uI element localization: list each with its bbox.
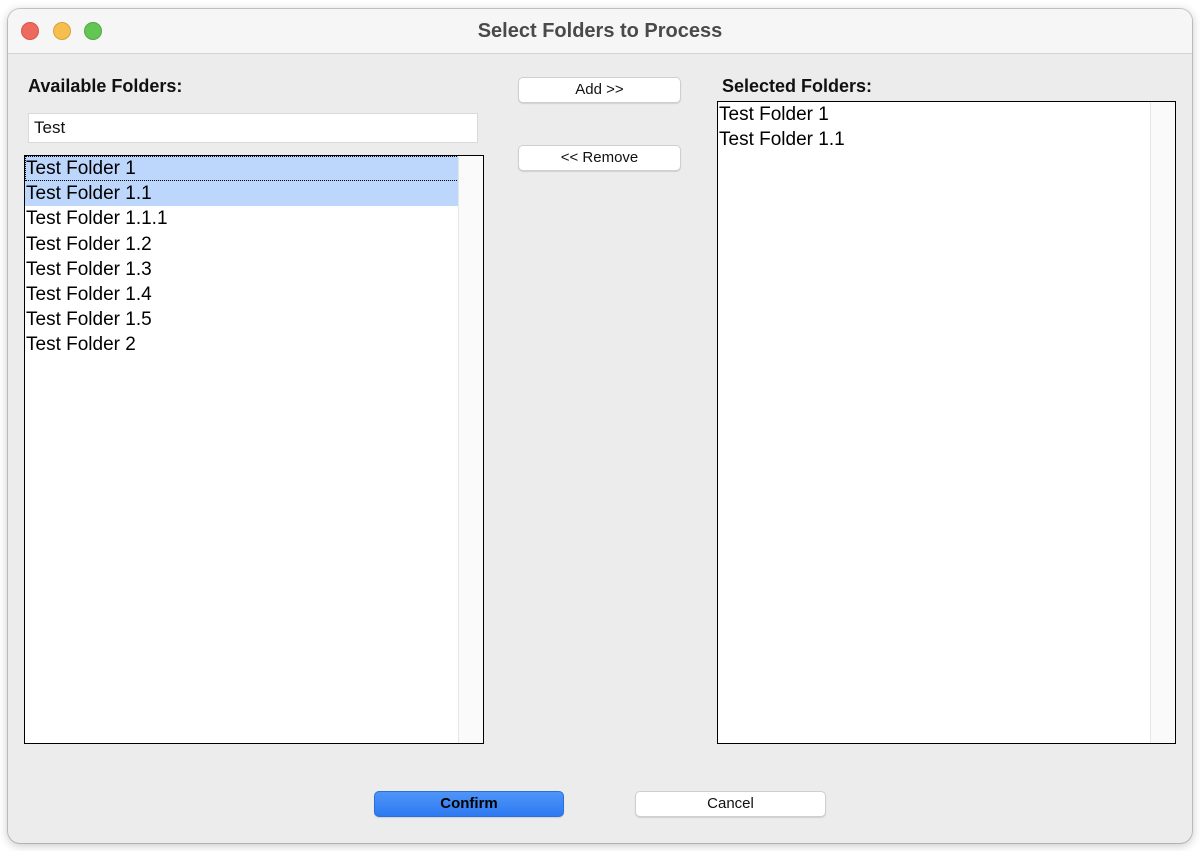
folder-search-input[interactable] [28, 113, 478, 143]
list-item[interactable]: Test Folder 1 [718, 102, 1175, 127]
list-item[interactable]: Test Folder 2 [25, 332, 483, 357]
confirm-button[interactable]: Confirm [374, 791, 564, 817]
available-folders-list[interactable]: Test Folder 1 Test Folder 1.1 Test Folder … [24, 155, 484, 744]
list-item[interactable]: Test Folder 1.5 [25, 307, 483, 332]
add-button[interactable]: Add >> [518, 77, 681, 103]
list-item[interactable]: Test Folder 1.1.1 [25, 206, 483, 231]
remove-button[interactable]: << Remove [518, 145, 681, 171]
list-item[interactable]: Test Folder 1.1 [25, 181, 483, 207]
selected-folders-items: Test Folder 1 Test Folder 1.1 [718, 102, 1175, 152]
selected-list-scrollbar[interactable] [1150, 102, 1175, 743]
dialog-window: Select Folders to Process Available Fold… [8, 9, 1192, 843]
list-item[interactable]: Test Folder 1.2 [25, 232, 483, 257]
list-item[interactable]: Test Folder 1 [25, 156, 483, 182]
selected-folders-list[interactable]: Test Folder 1 Test Folder 1.1 [717, 101, 1176, 744]
list-item[interactable]: Test Folder 1.1 [718, 127, 1175, 152]
available-list-scrollbar[interactable] [458, 156, 483, 743]
cancel-button[interactable]: Cancel [635, 791, 826, 817]
available-folders-items: Test Folder 1 Test Folder 1.1 Test Folder … [25, 156, 483, 358]
window-title: Select Folders to Process [477, 20, 723, 42]
available-folders-label: Available Folders: [28, 76, 183, 96]
selected-folders-label: Selected Folders: [722, 76, 873, 96]
list-item[interactable]: Test Folder 1.3 [25, 257, 483, 282]
list-item[interactable]: Test Folder 1.4 [25, 282, 483, 307]
title-bar: Select Folders to Process [8, 9, 1192, 54]
